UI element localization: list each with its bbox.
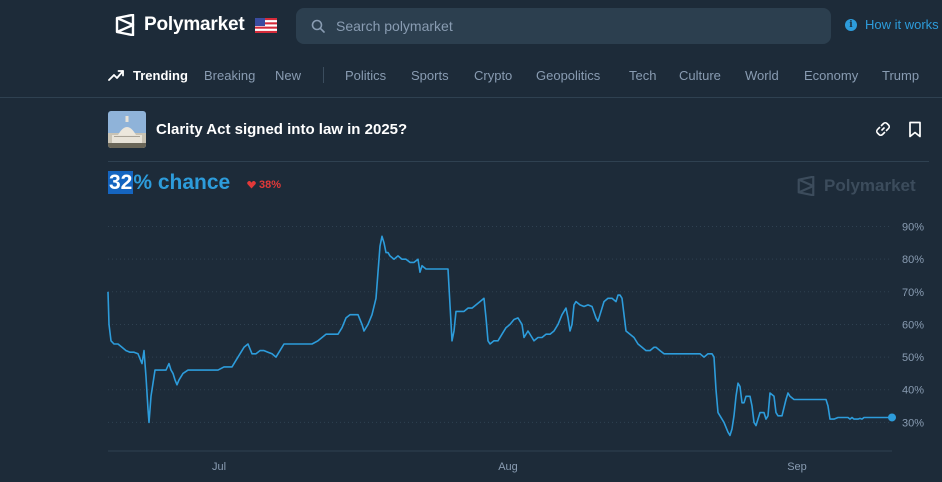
nav-breaking[interactable]: Breaking <box>204 68 255 83</box>
change-value: 38% <box>259 179 282 191</box>
nav-economy[interactable]: Economy <box>804 68 858 83</box>
nav-world[interactable]: World <box>745 68 779 83</box>
y-tick-label: 30% <box>902 417 924 429</box>
series-endpoint <box>888 413 896 422</box>
polymarket-logo-icon <box>115 14 135 36</box>
how-it-works-label: How it works <box>865 17 939 32</box>
x-tick-label: Jul <box>212 461 226 473</box>
nav-sports[interactable]: Sports <box>411 68 449 83</box>
us-flag-icon[interactable] <box>255 18 277 33</box>
polymarket-watermark: Polymarket <box>796 176 916 196</box>
y-tick-label: 90% <box>902 222 924 234</box>
nav-tech[interactable]: Tech <box>629 68 656 83</box>
price-history-chart[interactable]: 90% 80% 70% 60% 50% 40% 30% Jul Aug Sep <box>0 200 942 482</box>
down-triangle-icon <box>247 181 256 189</box>
trending-up-icon <box>108 70 124 81</box>
change-badge: 38% <box>247 179 281 191</box>
search-icon <box>311 19 325 33</box>
y-tick-label: 40% <box>902 385 924 397</box>
nav-culture[interactable]: Culture <box>679 68 721 83</box>
x-tick-label: Aug <box>498 461 518 473</box>
chance-suffix: % chance <box>133 171 231 194</box>
nav-trump[interactable]: Trump <box>882 68 919 83</box>
header-divider <box>0 97 942 98</box>
nav-crypto[interactable]: Crypto <box>474 68 512 83</box>
x-tick-label: Sep <box>787 461 807 473</box>
info-icon: i <box>845 18 857 31</box>
y-tick-label: 70% <box>902 287 924 299</box>
y-tick-label: 50% <box>902 352 924 364</box>
nav-geopolitics[interactable]: Geopolitics <box>536 68 600 83</box>
chance-value: 32 <box>108 171 134 194</box>
polymarket-watermark-icon <box>797 176 815 196</box>
search-input[interactable]: Search polymarket <box>336 18 453 34</box>
nav-trending[interactable]: Trending <box>133 68 188 83</box>
nav-new[interactable]: New <box>275 68 301 83</box>
watermark-text: Polymarket <box>824 176 916 195</box>
nav-politics[interactable]: Politics <box>345 68 386 83</box>
title-divider <box>108 161 929 162</box>
series-line <box>107 235 892 437</box>
market-thumbnail <box>108 111 146 148</box>
y-tick-label: 80% <box>902 254 924 266</box>
logo-text: Polymarket <box>144 14 245 35</box>
y-tick-label: 60% <box>902 319 924 331</box>
nav-divider <box>323 67 324 83</box>
bookmark-icon[interactable] <box>908 121 922 138</box>
category-nav: Trending Breaking New Politics Sports Cr… <box>0 60 942 92</box>
market-title: Clarity Act signed into law in 2025? <box>156 121 408 138</box>
top-header: Polymarket Search polymarket i How it wo… <box>0 0 942 52</box>
logo[interactable]: Polymarket <box>114 14 245 36</box>
chance-readout: 32% chance <box>108 171 230 195</box>
how-it-works-link[interactable]: i How it works <box>845 17 939 32</box>
link-icon[interactable] <box>875 121 891 137</box>
search-bar[interactable]: Search polymarket <box>296 8 831 44</box>
